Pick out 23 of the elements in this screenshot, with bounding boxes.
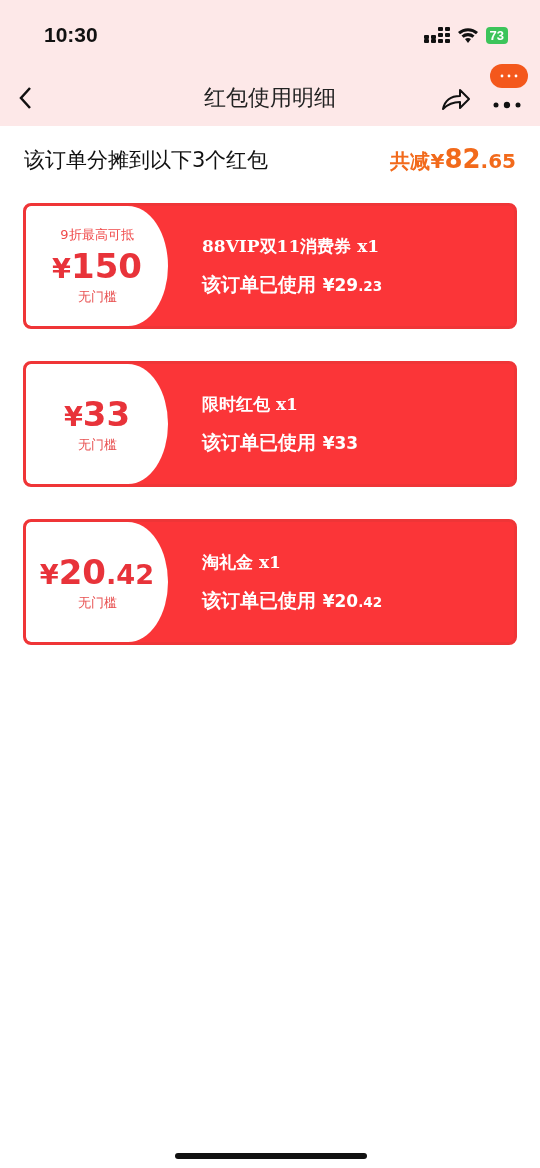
coupon-threshold: 无门槛 bbox=[77, 288, 117, 306]
back-button[interactable] bbox=[18, 86, 32, 110]
coupon-threshold: 无门槛 bbox=[77, 594, 117, 612]
more-button[interactable] bbox=[492, 100, 522, 110]
status-time: 10:30 bbox=[44, 23, 98, 47]
signal-icon bbox=[423, 26, 450, 44]
coupon-note: 9折最高可抵 bbox=[60, 226, 134, 244]
message-badge bbox=[490, 64, 528, 88]
coupon-name: 限时红包 x1 bbox=[202, 392, 299, 416]
used-amount: 该订单已使用 ¥29.23 bbox=[202, 271, 384, 297]
total-discount: 共减¥82.65 bbox=[390, 144, 516, 175]
coupon-amount: ¥20.42 bbox=[39, 552, 155, 592]
coupon-amount: ¥150 bbox=[52, 246, 142, 286]
coupon-name: 淘礼金 x1 bbox=[202, 550, 282, 574]
used-amount: 该订单已使用 ¥20.42 bbox=[202, 587, 384, 613]
used-amount: 该订单已使用 ¥33 bbox=[202, 429, 360, 455]
summary-text: 该订单分摊到以下3个红包 bbox=[24, 146, 269, 174]
coupon-amount: ¥33 bbox=[63, 394, 131, 434]
coupon-name: 88VIP双11消费券 x1 bbox=[202, 234, 381, 258]
coupon-threshold: 无门槛 bbox=[77, 436, 117, 454]
page-title: 红包使用明细 bbox=[204, 84, 336, 112]
battery-level: 73 bbox=[485, 26, 508, 44]
wifi-icon bbox=[456, 27, 479, 43]
